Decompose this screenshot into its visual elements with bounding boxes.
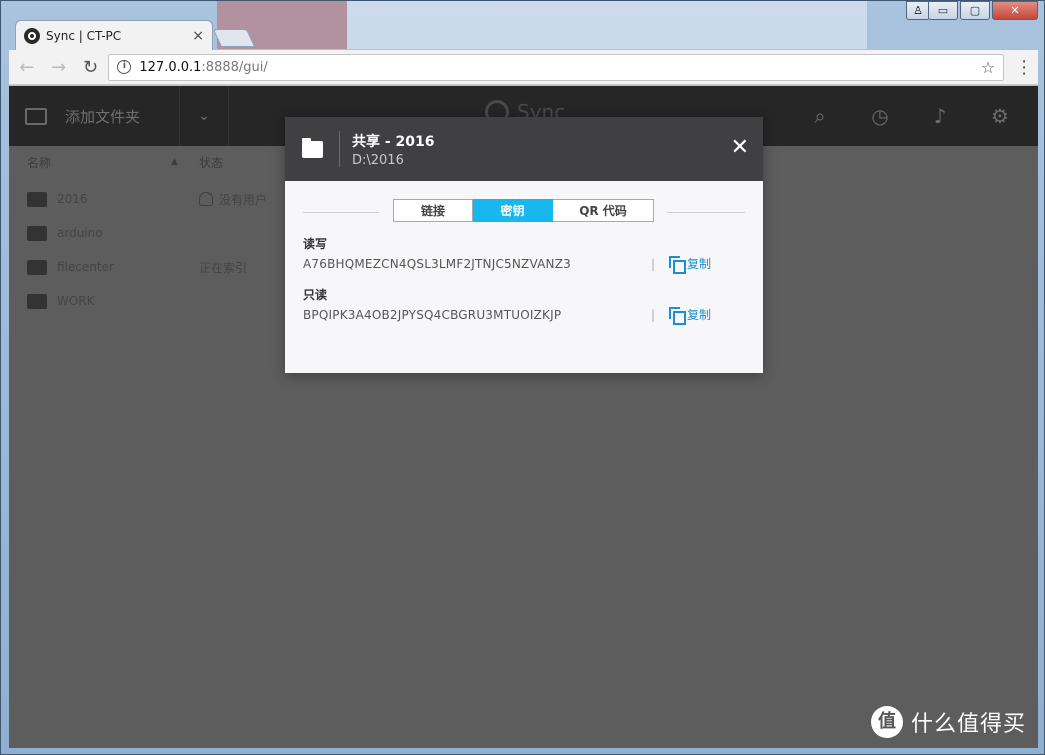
folder-name: arduino <box>57 226 103 240</box>
column-status[interactable]: 状态 <box>199 154 223 171</box>
folder-icon <box>27 259 47 275</box>
maximize-button[interactable]: ▢ <box>960 1 990 20</box>
folder-name: filecenter <box>57 260 114 274</box>
copy-button[interactable]: 复制 <box>669 306 712 325</box>
minimize-button[interactable]: ▭ <box>928 1 958 20</box>
url-host: 127.0.0.1 <box>139 59 202 75</box>
folder-status: 没有用户 <box>199 191 267 208</box>
key-separator: | <box>651 308 656 322</box>
sync-favicon-icon <box>24 27 40 44</box>
search-icon[interactable]: ⌕ <box>790 104 850 128</box>
back-arrow-icon[interactable]: ← <box>13 53 41 81</box>
add-folder-dropdown[interactable]: ⌄ <box>179 86 229 146</box>
share-dialog-title: 共享 - 2016 <box>352 133 435 150</box>
watermark: 值 什么值得买 <box>870 706 1026 738</box>
folder-icon <box>27 293 47 309</box>
history-icon[interactable]: ◷ <box>850 104 910 128</box>
address-bar[interactable]: i 127.0.0.1:8888/gui/ ☆ <box>108 53 1005 81</box>
copy-button[interactable]: 复制 <box>669 255 712 274</box>
watermark-text: 什么值得买 <box>910 712 1026 737</box>
key-value[interactable]: BPQIPK3A4OB2JPYSQ4CBGRU3MTUOIZKJP <box>303 308 561 322</box>
folder-icon <box>285 117 339 181</box>
app-header-icons: ⌕ ◷ ♪ ⚙ <box>790 86 1030 146</box>
sort-up-icon[interactable]: ▲ <box>171 157 178 167</box>
copy-icon <box>669 307 686 325</box>
read-write-key: 读写 A76BHQMEZCN4QSL3LMF2JTNJC5NZVANZ3 | 复… <box>285 237 763 292</box>
add-folder-label: 添加文件夹 <box>65 107 141 126</box>
folder-status: 正在索引 <box>199 259 247 276</box>
segmented-control: 链接 密钥 QR 代码 <box>393 199 654 222</box>
reload-icon[interactable]: ↻ <box>77 53 105 81</box>
share-mode-tabs: 链接 密钥 QR 代码 <box>285 181 763 241</box>
folder-icon <box>27 191 47 207</box>
column-name[interactable]: 名称 <box>27 154 51 171</box>
folder-outline-icon <box>25 107 47 125</box>
info-icon[interactable]: i <box>117 60 132 74</box>
window-close-button[interactable]: ✕ <box>992 1 1038 20</box>
close-icon[interactable]: ✕ <box>731 137 749 159</box>
window-controls: ▭ ▢ ✕ <box>926 1 1038 20</box>
share-dialog-header: 共享 - 2016 D:\2016 ✕ <box>285 117 763 181</box>
tab-close-icon[interactable]: × <box>192 28 204 44</box>
url-path: :8888/gui/ <box>201 59 268 75</box>
copy-label: 复制 <box>687 257 712 271</box>
bookmark-star-icon[interactable]: ☆ <box>981 58 995 77</box>
settings-icon[interactable]: ⚙ <box>970 104 1030 128</box>
browser-menu-icon[interactable]: ⋮ <box>1010 57 1038 78</box>
background-taskbar-strip <box>217 1 867 49</box>
key-separator: | <box>651 257 656 271</box>
folder-name: 2016 <box>57 192 88 206</box>
user-icon <box>199 192 213 206</box>
tab-title: Sync | CT-PC <box>46 28 122 43</box>
header-divider <box>339 131 340 167</box>
browser-window: Sync | CT-PC × ♙ ▭ ▢ ✕ ← → ↻ i 127.0.0.1… <box>0 0 1045 755</box>
folder-status-text: 正在索引 <box>199 260 248 275</box>
divider-line <box>303 212 379 213</box>
share-dialog: 共享 - 2016 D:\2016 ✕ 链接 密钥 QR 代码 读写 A76BH… <box>285 117 763 373</box>
folder-icon <box>27 225 47 241</box>
divider-line <box>667 212 745 213</box>
folder-name: WORK <box>57 294 95 308</box>
key-label: 读写 <box>303 237 328 251</box>
tab-link[interactable]: 链接 <box>393 199 473 222</box>
notification-icon[interactable]: ♪ <box>910 104 970 128</box>
browser-tab[interactable]: Sync | CT-PC × <box>15 20 213 50</box>
share-dialog-path: D:\2016 <box>352 152 404 168</box>
browser-toolbar: ← → ↻ i 127.0.0.1:8888/gui/ ☆ ⋮ <box>9 50 1038 85</box>
read-only-key: 只读 BPQIPK3A4OB2JPYSQ4CBGRU3MTUOIZKJP | 复… <box>285 288 763 343</box>
watermark-logo: 值 <box>870 706 903 738</box>
tab-key[interactable]: 密钥 <box>473 199 553 222</box>
forward-arrow-icon[interactable]: → <box>45 53 73 81</box>
add-folder-button[interactable]: 添加文件夹 <box>9 86 179 146</box>
folder-status-text: 没有用户 <box>219 192 268 207</box>
copy-label: 复制 <box>687 308 712 322</box>
tab-qr-code[interactable]: QR 代码 <box>553 199 654 222</box>
copy-icon <box>669 256 686 274</box>
key-value[interactable]: A76BHQMEZCN4QSL3LMF2JTNJC5NZVANZ3 <box>303 257 571 271</box>
key-label: 只读 <box>303 288 328 302</box>
